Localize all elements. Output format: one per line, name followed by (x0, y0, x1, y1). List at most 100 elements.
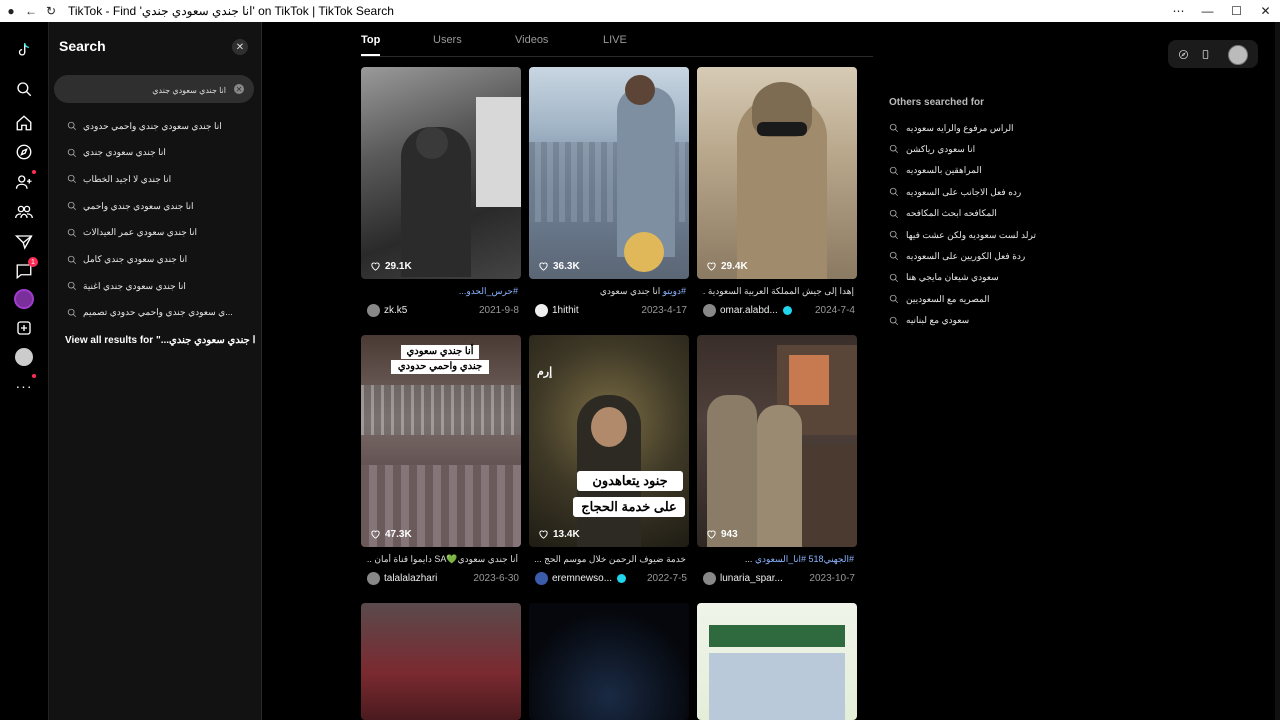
friends-icon[interactable] (12, 200, 36, 224)
video-thumbnail[interactable]: 29.4K (697, 67, 857, 279)
video-card[interactable]: إرم جنود يتعاهدون على خدمة الحجاج 13.4K … (529, 335, 689, 587)
active-tab-indicator (361, 54, 380, 56)
close-search-icon[interactable]: ✕ (232, 39, 248, 55)
search-icon[interactable] (12, 77, 36, 101)
suggestion-text: انا جندي سعودي جندي واحمي حدودي (83, 120, 222, 131)
search-icon (67, 121, 77, 131)
tab-videos[interactable]: Videos (515, 34, 548, 46)
search-heading: Search (59, 38, 106, 54)
verified-badge-icon (617, 573, 627, 583)
inbox-icon[interactable] (12, 230, 36, 254)
search-suggestion[interactable]: انا جندي سعودي جندي اغنية (67, 276, 186, 296)
author-avatar[interactable] (703, 571, 716, 585)
author-avatar[interactable] (367, 303, 380, 317)
author-avatar[interactable] (535, 571, 548, 585)
author-name[interactable]: zk.k5 (384, 305, 407, 316)
others-search-item[interactable]: الراس مرفوع والرايه سعوديه (889, 121, 1014, 135)
video-thumbnail[interactable]: أنا جندي سعودي جندي واحمي حدودي 47.3K (361, 335, 521, 547)
search-suggestion[interactable]: انا جندي سعودي جندي كامل (67, 250, 187, 270)
tiktok-logo-icon[interactable] (12, 38, 36, 62)
view-all-results-link[interactable]: View all results for "...ا جندي سعودي جن… (65, 335, 255, 346)
search-icon (889, 316, 899, 325)
tab-live[interactable]: LIVE (603, 34, 627, 46)
tab-users[interactable]: Users (433, 34, 462, 46)
others-search-item[interactable]: انا سعودي رياكشن (889, 142, 975, 156)
scrollbar[interactable] (1275, 22, 1280, 720)
video-thumbnail[interactable] (361, 603, 521, 720)
more-icon[interactable]: ··· (12, 374, 36, 398)
tab-top[interactable]: Top (361, 34, 380, 46)
video-card[interactable]: أنا جندي سعودي جندي واحمي حدودي 47.3K أن… (361, 335, 521, 587)
video-thumbnail[interactable]: إرم جنود يتعاهدون على خدمة الحجاج 13.4K (529, 335, 689, 547)
video-thumbnail[interactable] (529, 603, 689, 720)
others-search-item[interactable]: المكافحه ابحث المكافحه (889, 207, 997, 221)
search-icon (67, 282, 77, 291)
video-card[interactable]: 36.3K #دويتو انا جندي سعودي 1hithit 2023… (529, 67, 689, 319)
compass-icon[interactable] (1176, 47, 1190, 61)
others-search-item[interactable]: سعودي شيعان مايجي هنا (889, 271, 999, 285)
author-name[interactable]: lunaria_spar... (720, 573, 783, 584)
explore-icon[interactable] (12, 140, 36, 164)
video-description: #الجهني518 #انا_السعودي ... (744, 554, 854, 564)
video-meta: lunaria_spar... 2023-10-7 (703, 571, 855, 585)
others-search-item[interactable]: ترلد لست سعوديه ولكن عشت فيها (889, 228, 1036, 242)
search-suggestion[interactable]: انا جندي سعودي جندي واحمي حدودي (67, 116, 222, 136)
others-search-item[interactable]: المراهقين بالسعوديه (889, 164, 982, 178)
author-name[interactable]: 1hithit (552, 305, 579, 316)
video-thumbnail[interactable]: 943 (697, 335, 857, 547)
device-icon[interactable] (1198, 47, 1212, 61)
left-nav-rail: 1 ··· (0, 22, 49, 720)
video-thumbnail[interactable]: 29.1K (361, 67, 521, 279)
others-heading: Others searched for (889, 97, 985, 108)
video-thumbnail[interactable] (697, 603, 857, 720)
others-search-item[interactable]: سعودي مع لبنانيه (889, 314, 969, 328)
close-window-icon[interactable]: ✕ (1251, 0, 1280, 22)
search-input[interactable] (64, 81, 228, 99)
video-date: 2021-9-8 (478, 304, 519, 316)
search-icon (889, 273, 899, 282)
search-suggestion[interactable]: انا جندي سعودي عمر العيدالات (67, 223, 197, 243)
others-search-text: سعودي شيعان مايجي هنا (906, 272, 999, 283)
search-icon (67, 228, 77, 237)
search-suggestion[interactable]: ...ي سعودي جندي واحمي حدودي تصميم (67, 303, 233, 323)
video-date: 2024-7-4 (814, 304, 855, 316)
author-avatar[interactable] (367, 571, 380, 585)
suggestion-text: انا جندي سعودي جندي (83, 147, 166, 158)
minimize-icon[interactable]: — (1193, 0, 1222, 22)
messages-badge: 1 (28, 257, 38, 267)
others-search-item[interactable]: ردة فعل الكوريين على السعوديه (889, 249, 1025, 263)
reload-icon[interactable]: ↻ (42, 2, 60, 20)
maximize-icon[interactable]: ☐ (1222, 0, 1251, 22)
search-suggestion[interactable]: انا جندي سعودي جندي واحمي (67, 196, 194, 216)
search-icon (67, 148, 77, 157)
upload-icon[interactable] (12, 316, 36, 340)
search-suggestion[interactable]: انا جندي لا اجيد الخطاب (67, 169, 171, 189)
video-card[interactable]: 943 #الجهني518 #انا_السعودي ... lunaria_… (697, 335, 857, 587)
profile-avatar-icon[interactable] (12, 345, 36, 369)
video-date: 2023-6-30 (473, 572, 519, 584)
user-avatar[interactable] (1228, 45, 1248, 65)
others-search-item[interactable]: رده فعل الاجانب على السعوديه (889, 185, 1021, 199)
others-search-item[interactable]: المصريه مع السعوديين (889, 292, 990, 306)
search-suggestion[interactable]: انا جندي سعودي جندي (67, 143, 166, 163)
home-icon[interactable] (12, 111, 36, 135)
others-search-text: المراهقين بالسعوديه (906, 165, 982, 176)
like-count: 29.4K (706, 261, 748, 272)
following-icon[interactable] (12, 170, 36, 194)
messages-icon[interactable]: 1 (12, 257, 38, 283)
author-avatar[interactable] (703, 303, 716, 317)
back-arrow-icon[interactable]: ← (22, 2, 40, 20)
video-thumbnail[interactable]: 36.3K (529, 67, 689, 279)
more-options-icon[interactable]: ⋯ (1164, 0, 1193, 22)
video-card[interactable]: 29.4K إهدا إلى جيش المملكة العربية السعو… (697, 67, 857, 319)
live-avatar-icon[interactable] (12, 287, 36, 311)
author-name[interactable]: eremnewso... (552, 573, 612, 584)
suggestion-text: انا جندي سعودي جندي واحمي (83, 200, 194, 211)
clear-search-icon[interactable]: ✕ (234, 84, 244, 94)
author-avatar[interactable] (535, 303, 548, 317)
author-name[interactable]: omar.alabd... (720, 305, 778, 316)
author-name[interactable]: talalalazhari (384, 573, 437, 584)
others-search-text: رده فعل الاجانب على السعوديه (906, 186, 1022, 197)
video-card[interactable]: 29.1K #حرس_الحدو... zk.k5 2021-9-8 (361, 67, 521, 319)
video-meta: eremnewso... 2022-7-5 (535, 571, 687, 585)
